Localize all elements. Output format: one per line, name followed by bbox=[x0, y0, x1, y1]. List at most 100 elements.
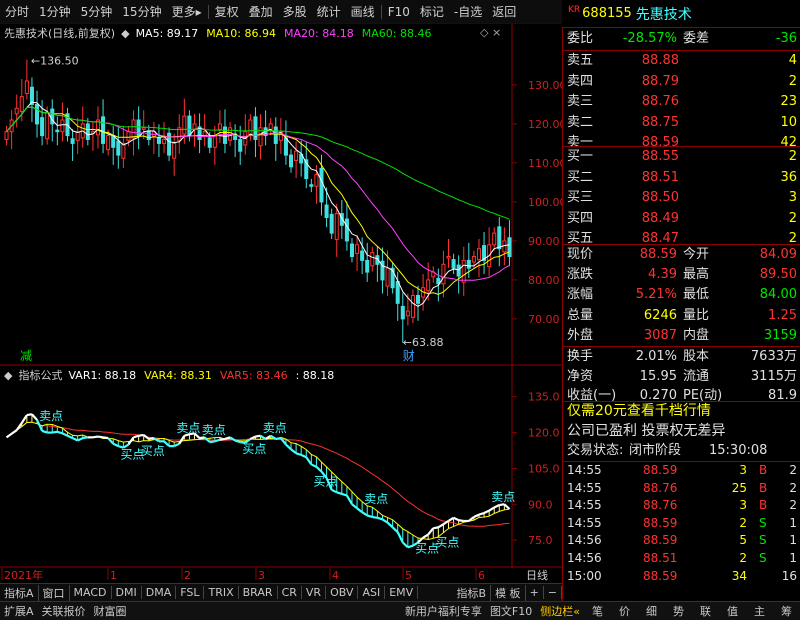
toolbar-item[interactable]: 5分钟 bbox=[76, 3, 118, 20]
toolbar-separator bbox=[207, 4, 209, 19]
bottom-bar-item[interactable]: 价 bbox=[611, 603, 638, 619]
tick-side: S bbox=[759, 533, 767, 548]
bottom-bar-item[interactable]: 联 bbox=[692, 603, 719, 619]
toolbar-item[interactable]: -自选 bbox=[449, 3, 487, 20]
bid-label: 买二 bbox=[567, 169, 594, 185]
indicator-chart[interactable]: 135.0 120.0 105.0 90.0 75.0 卖点 卖点 卖点 卖点 卖点 卖点 买点 买点买… bbox=[0, 366, 562, 568]
diamond-icon[interactable]: ◇ bbox=[480, 26, 488, 39]
indicator-tab[interactable]: 指标A bbox=[0, 584, 39, 601]
var1-segment bbox=[82, 436, 88, 440]
tick-row: 14:55 88.59 2 S 1 bbox=[563, 515, 800, 533]
var1-segment bbox=[20, 414, 28, 424]
tick-time: 14:56 bbox=[567, 551, 602, 565]
toolbar-item[interactable]: 返回 bbox=[487, 3, 521, 20]
toolbar-item[interactable]: 复权 bbox=[210, 3, 244, 20]
indicator-tab-right[interactable]: − bbox=[544, 586, 562, 599]
tick-volume: 5 bbox=[739, 533, 747, 548]
indicator-tab[interactable]: BRAR bbox=[239, 586, 278, 599]
toolbar-item[interactable]: F10 bbox=[383, 5, 415, 19]
toolbar-item[interactable]: 标记 bbox=[415, 3, 449, 20]
var-legend-item: VAR5: 83.46 bbox=[220, 369, 288, 382]
indicator-tab[interactable]: CR bbox=[278, 586, 302, 599]
indicator-tab-right[interactable]: 模 板 bbox=[491, 584, 526, 601]
bottom-bar-item[interactable]: 细 bbox=[638, 603, 665, 619]
kline-svg[interactable]: 130.00 120.00 110.00 100.00 90.00 80.00 70.00 ←… bbox=[0, 24, 567, 366]
candle-body bbox=[121, 142, 126, 159]
indicator-tab[interactable]: TRIX bbox=[204, 586, 239, 599]
reduce-marker: 减 bbox=[20, 349, 32, 363]
bottom-bar-item[interactable]: 筹 bbox=[773, 603, 800, 619]
candle-body bbox=[55, 129, 60, 133]
promo-row[interactable]: 仅需20元查看千档行情 bbox=[563, 401, 800, 421]
var1-segment bbox=[386, 521, 394, 529]
toolbar-item[interactable]: 更多▸ bbox=[167, 3, 207, 20]
toolbar-item[interactable]: 统计 bbox=[312, 3, 346, 20]
ma-label: MA5: bbox=[135, 26, 164, 40]
y-tick-label: 70.00 bbox=[528, 313, 560, 326]
bottom-bar-item[interactable]: 扩展A bbox=[0, 603, 38, 619]
sell-point-marker: 卖点 bbox=[176, 421, 200, 435]
indicator-tab[interactable]: ASI bbox=[358, 586, 386, 599]
buy-point-marker: 买点 bbox=[435, 536, 459, 550]
indicator-tab[interactable]: DMA bbox=[142, 586, 177, 599]
candle-body bbox=[217, 123, 222, 130]
toolbar-item[interactable]: 15分钟 bbox=[117, 3, 166, 20]
toolbar-item[interactable]: 画线 bbox=[346, 3, 380, 20]
candle-body bbox=[187, 115, 192, 137]
bid-label: 买一 bbox=[567, 149, 594, 164]
bottom-bar-item[interactable]: 财富圈 bbox=[90, 603, 131, 619]
candle-body bbox=[446, 256, 451, 259]
tick-count: 1 bbox=[789, 515, 797, 530]
date-label: 5 bbox=[405, 569, 412, 582]
stock-header: KR 688155 先惠技术 bbox=[562, 0, 800, 28]
indicator-tab[interactable]: EMV bbox=[385, 586, 419, 599]
bid-price: 88.49 bbox=[641, 210, 679, 226]
tick-side: S bbox=[759, 551, 767, 565]
legend-bullet-icon: ◆ bbox=[4, 368, 13, 382]
tick-count: 16 bbox=[781, 568, 797, 583]
indicator-tab[interactable]: MACD bbox=[70, 586, 112, 599]
stat-value: 88.59 bbox=[639, 247, 677, 262]
ma-legend-item: MA60: 88.46 bbox=[362, 27, 432, 40]
toolbar-item[interactable]: 叠加 bbox=[244, 3, 278, 20]
bottom-bar-item[interactable]: 关联报价 bbox=[38, 603, 90, 619]
bottom-bar-item[interactable]: 主 bbox=[746, 603, 773, 619]
chart-controls[interactable]: ◇ × bbox=[480, 26, 501, 39]
bottom-bar-item[interactable]: 新用户福利专享 bbox=[401, 603, 486, 619]
y-tick-label: 120.00 bbox=[528, 118, 562, 131]
tick-row: 14:56 88.51 2 S 1 bbox=[563, 550, 800, 568]
indicator-tab[interactable]: VR bbox=[302, 586, 327, 599]
candle-body bbox=[400, 305, 405, 320]
tick-volume: 3 bbox=[739, 498, 747, 513]
buy-point-marker: 买点 bbox=[141, 444, 165, 458]
indicator-tab-right[interactable]: + bbox=[526, 586, 544, 599]
var1-segment bbox=[300, 453, 307, 459]
tick-time: 14:55 bbox=[567, 480, 602, 495]
stat-value: 3087 bbox=[643, 327, 677, 343]
main-kline-chart[interactable]: 130.00 120.00 110.00 100.00 90.00 80.00 70.00 ←… bbox=[0, 24, 567, 366]
toolbar-item[interactable]: 多股 bbox=[278, 3, 312, 20]
toolbar-item[interactable]: 分时 bbox=[0, 3, 34, 20]
bottom-bar-item[interactable]: 值 bbox=[719, 603, 746, 619]
indicator-svg[interactable]: 135.0120.0105.090.075.0卖点卖点 卖点卖点 卖点卖点买点 买点买… bbox=[0, 366, 562, 568]
bid-price: 88.51 bbox=[641, 169, 679, 185]
bottom-bar-item[interactable]: 侧边栏« bbox=[536, 603, 584, 619]
quote-panel: 委比 -28.57% 委差 -36 卖五 88.88 4 卖四 88.79 2 卖三 88.76 23 卖… bbox=[562, 28, 800, 601]
var1-segment bbox=[427, 527, 435, 536]
candle-body bbox=[207, 137, 212, 148]
indicator-tab[interactable]: DMI bbox=[112, 586, 142, 599]
bottom-bar-item[interactable]: 图文F10 bbox=[486, 603, 536, 619]
var-legend-item: : 88.18 bbox=[296, 369, 335, 382]
tick-row: 14:56 88.59 5 S 1 bbox=[563, 532, 800, 550]
indicator-tab[interactable]: OBV bbox=[326, 586, 359, 599]
bottom-bar-item[interactable]: 笔 bbox=[584, 603, 611, 619]
var1-segment bbox=[310, 463, 317, 468]
indicator-tab[interactable]: 窗口 bbox=[39, 584, 70, 601]
toolbar-item[interactable]: 1分钟 bbox=[34, 3, 76, 20]
ma-value: 89.17 bbox=[163, 26, 199, 40]
indicator-tab-right[interactable]: 指标B bbox=[453, 584, 492, 601]
toolbar-separator bbox=[380, 4, 382, 19]
indicator-tab[interactable]: FSL bbox=[176, 586, 205, 599]
bottom-bar-item[interactable]: 势 bbox=[665, 603, 692, 619]
close-icon[interactable]: × bbox=[492, 26, 501, 39]
